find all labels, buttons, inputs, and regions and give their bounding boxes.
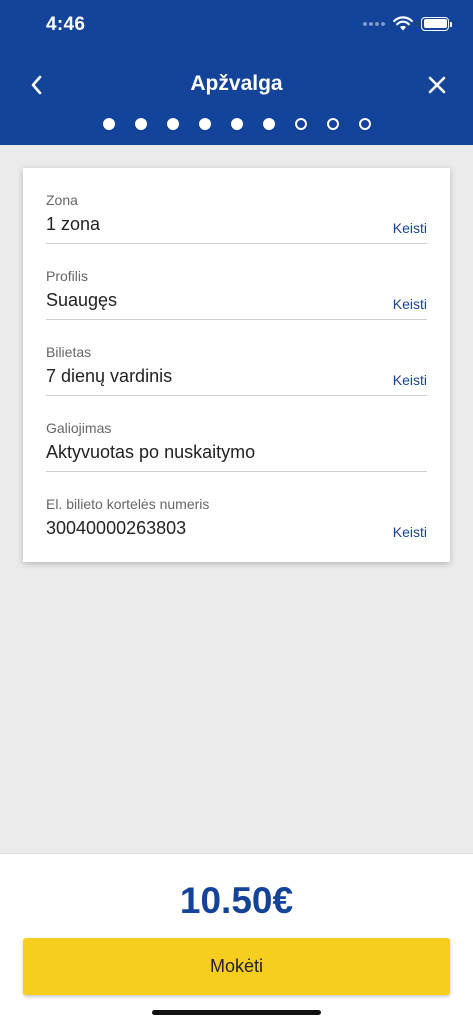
app-header: 4:46 Apžvalga	[0, 0, 473, 145]
step-dot-pending	[326, 118, 339, 130]
close-icon	[428, 76, 446, 94]
detail-row-ticket: Bilietas 7 dienų vardinis Keisti	[46, 320, 427, 396]
step-dot-completed	[134, 118, 147, 130]
change-zone-link[interactable]: Keisti	[393, 220, 427, 236]
signal-icon	[363, 21, 385, 26]
detail-value: 1 zona	[46, 214, 101, 234]
page-title: Apžvalga	[190, 72, 283, 95]
step-indicator	[0, 118, 473, 130]
step-dot-pending	[358, 118, 371, 130]
checkout-footer: 10.50€ Mokėti	[0, 853, 473, 1024]
detail-row-card-number: El. bilieto kortelės numeris 30040000263…	[46, 472, 427, 548]
home-indicator	[152, 1010, 321, 1015]
total-price: 10.50€	[179, 880, 294, 921]
detail-value: Aktyvuotas po nuskaitymo	[46, 442, 256, 462]
detail-row-validity: Galiojimas Aktyvuotas po nuskaitymo	[46, 396, 427, 472]
detail-label: Galiojimas	[46, 420, 112, 436]
detail-label: El. bilieto kortelės numeris	[46, 496, 210, 512]
step-dot-completed	[102, 118, 115, 130]
detail-value: 7 dienų vardinis	[46, 366, 173, 386]
step-dot-completed	[166, 118, 179, 130]
close-button[interactable]	[423, 70, 451, 100]
detail-row-profile: Profilis Suaugęs Keisti	[46, 244, 427, 320]
change-profile-link[interactable]: Keisti	[393, 296, 427, 312]
detail-label: Profilis	[46, 268, 89, 284]
step-dot-pending	[294, 118, 307, 130]
detail-value: Suaugęs	[46, 290, 118, 310]
detail-label: Bilietas	[46, 344, 92, 360]
wifi-icon	[393, 16, 413, 31]
change-card-number-link[interactable]: Keisti	[393, 524, 427, 540]
review-card: Zona 1 zona Keisti Profilis Suaugęs Keis…	[23, 168, 450, 562]
status-time: 4:46	[46, 14, 86, 35]
detail-label: Zona	[46, 192, 78, 208]
detail-row-zone: Zona 1 zona Keisti	[46, 168, 427, 244]
change-ticket-link[interactable]: Keisti	[393, 372, 427, 388]
step-dot-completed	[230, 118, 243, 130]
step-dot-completed	[262, 118, 275, 130]
status-icons	[363, 16, 452, 31]
detail-value: 30040000263803	[46, 518, 187, 538]
pay-button[interactable]: Mokėti	[23, 938, 450, 995]
battery-icon	[421, 16, 452, 31]
step-dot-completed	[198, 118, 211, 130]
